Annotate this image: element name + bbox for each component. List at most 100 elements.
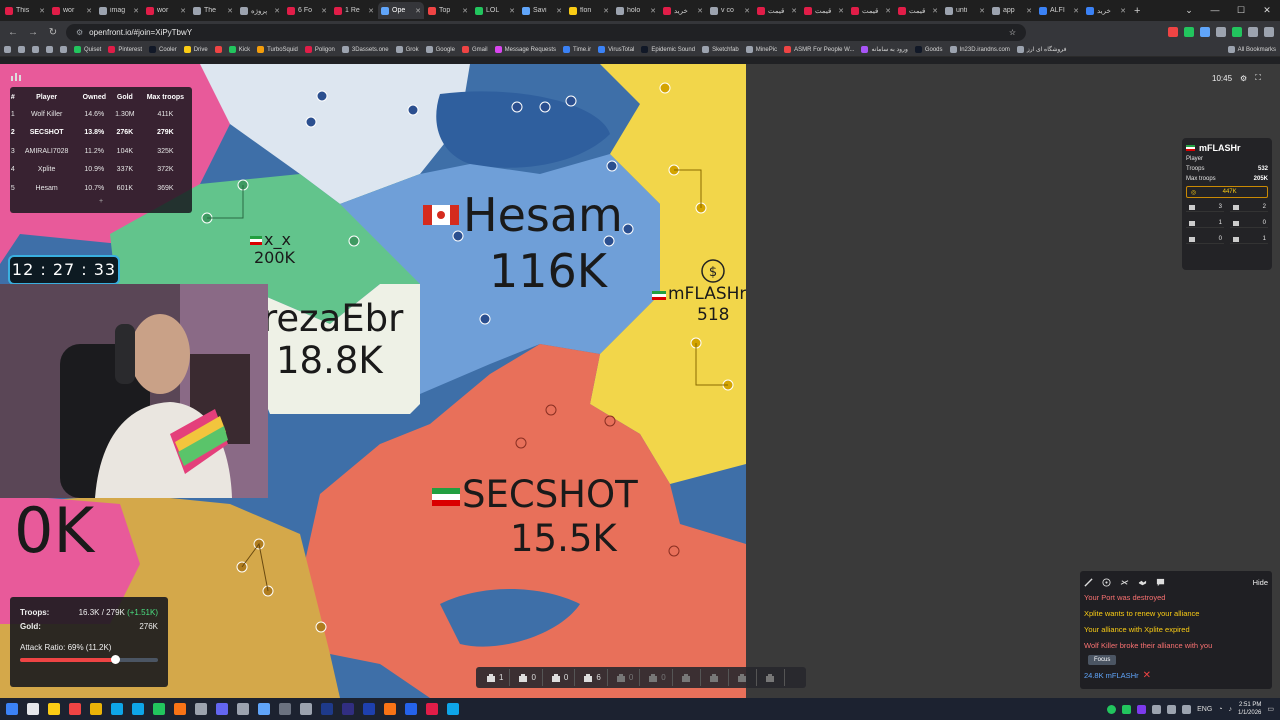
leaderboard-row[interactable]: 3 AMIRALI7028 11.2% 104K 325K xyxy=(10,142,192,161)
build-city-button[interactable]: 1 xyxy=(480,669,511,686)
bookmark-item[interactable] xyxy=(32,46,39,53)
event-message[interactable]: Wolf Killer broke their alliance with yo… xyxy=(1084,638,1268,654)
bookmark-item[interactable]: Sketchfab xyxy=(702,46,739,53)
browser-tab[interactable]: ALFI ✕ xyxy=(1036,2,1082,19)
leaderboard-row[interactable]: 1 Wolf Killer 14.6% 1.30M 411K xyxy=(10,105,192,124)
bookmark-item[interactable]: Quiset xyxy=(74,46,101,53)
tab-close-icon[interactable]: ✕ xyxy=(415,7,421,15)
reload-icon[interactable]: ↻ xyxy=(46,27,60,38)
tray-icon[interactable] xyxy=(1107,704,1117,714)
tab-close-icon[interactable]: ✕ xyxy=(133,7,139,15)
browser-tab[interactable]: قیمت ✕ xyxy=(895,2,941,19)
extension-icon[interactable] xyxy=(1216,27,1226,37)
tab-close-icon[interactable]: ✕ xyxy=(556,7,562,15)
bookmark-item[interactable]: 3Dassets.one xyxy=(341,46,389,53)
app-icon[interactable] xyxy=(132,703,144,715)
build-warship-button[interactable] xyxy=(675,669,701,686)
browser-tab[interactable]: 1 Re ✕ xyxy=(331,2,377,19)
event-message[interactable]: Your Port was destroyed xyxy=(1084,590,1268,606)
tab-close-icon[interactable]: ✕ xyxy=(650,7,656,15)
leaderboard-toggle-icon[interactable] xyxy=(11,72,21,81)
spotify-icon[interactable] xyxy=(153,703,165,715)
leaderboard-header-cell[interactable]: Owned xyxy=(78,89,111,105)
event-message[interactable]: Xplite wants to renew your alliance xyxy=(1084,606,1268,622)
build-defense-post-button[interactable]: 6 xyxy=(577,669,608,686)
bookmark-item[interactable]: Google xyxy=(425,46,455,53)
tray-icon[interactable] xyxy=(1167,704,1177,714)
browser-tab[interactable]: wor ✕ xyxy=(143,2,189,19)
tab-close-icon[interactable]: ✕ xyxy=(368,7,374,15)
volume-icon[interactable]: ♪ xyxy=(1229,706,1233,713)
sword-filter-icon[interactable] xyxy=(1084,577,1093,587)
browser-tab[interactable]: Top ✕ xyxy=(425,2,471,19)
notification-icon[interactable]: ▭ xyxy=(1267,705,1274,713)
bookmark-item[interactable]: In23D.irandns.com xyxy=(949,46,1010,53)
browser-tab[interactable]: app ✕ xyxy=(989,2,1035,19)
tab-close-icon[interactable]: ✕ xyxy=(1026,7,1032,15)
maximize-button[interactable]: ☐ xyxy=(1228,0,1254,21)
app-icon[interactable] xyxy=(300,703,312,715)
bookmark-item[interactable]: فروشگاه ای ارز xyxy=(1016,46,1066,53)
browser-tab[interactable]: خرید ✕ xyxy=(1083,2,1129,19)
photoshop-icon[interactable] xyxy=(363,703,375,715)
extension-icon[interactable] xyxy=(1168,27,1178,37)
tab-close-icon[interactable]: ✕ xyxy=(838,7,844,15)
build-port-button[interactable]: 0 xyxy=(545,669,576,686)
build-missile-silo-button[interactable]: 0 xyxy=(610,669,641,686)
tab-close-icon[interactable]: ✕ xyxy=(932,7,938,15)
leaderboard-row[interactable]: 2 SECSHOT 13.8% 276K 279K xyxy=(10,124,192,143)
settings-gear-icon[interactable]: ⚙ xyxy=(1240,74,1247,83)
build-sam-launcher-button[interactable]: 0 xyxy=(642,669,673,686)
chat-filter-icon[interactable] xyxy=(1156,578,1165,587)
close-window-button[interactable]: ✕ xyxy=(1254,0,1280,21)
tray-icon[interactable] xyxy=(1152,704,1162,714)
incoming-attack-row[interactable]: 24.8K mFLASHr ✕ xyxy=(1084,668,1268,684)
file-explorer-icon[interactable] xyxy=(48,703,60,715)
leaderboard-row[interactable]: 5 Hesam 10.7% 601K 369K xyxy=(10,179,192,198)
bookmark-item[interactable]: Cooler xyxy=(149,46,177,53)
browser-tab[interactable]: Savi ✕ xyxy=(519,2,565,19)
browser-tab[interactable]: flon ✕ xyxy=(566,2,612,19)
leaderboard-header-cell[interactable]: Player xyxy=(16,89,78,105)
extension-icon[interactable] xyxy=(1200,27,1210,37)
browser-tab[interactable]: v co ✕ xyxy=(707,2,753,19)
minimize-button[interactable]: — xyxy=(1202,0,1228,21)
app-icon[interactable] xyxy=(426,703,438,715)
blender-icon[interactable] xyxy=(384,703,396,715)
bookmark-item[interactable] xyxy=(60,46,67,53)
bookmark-item[interactable] xyxy=(46,46,53,53)
telegram-icon[interactable] xyxy=(111,703,123,715)
browser-tab[interactable]: 6 Fo ✕ xyxy=(284,2,330,19)
after-effects-icon[interactable] xyxy=(321,703,333,715)
leaderboard-expand-button[interactable]: + xyxy=(10,198,192,205)
browser-tab[interactable]: Ope ✕ xyxy=(378,2,424,19)
tray-icon[interactable] xyxy=(1137,704,1147,714)
tab-close-icon[interactable]: ✕ xyxy=(697,7,703,15)
bookmark-item[interactable]: Time.ir xyxy=(563,46,591,53)
bookmark-item[interactable]: Poligon xyxy=(304,46,335,53)
bookmark-item[interactable]: Grok xyxy=(395,46,419,53)
url-bar[interactable]: ⚙ openfront.io/#join=XiPyTbwY ☆ xyxy=(66,23,1026,41)
tab-close-icon[interactable]: ✕ xyxy=(321,7,327,15)
tab-close-icon[interactable]: ✕ xyxy=(86,7,92,15)
bookmark-item[interactable]: Epidemic Sound xyxy=(641,46,695,53)
taskbar-clock[interactable]: 2:51 PM 1/1/2026 xyxy=(1238,701,1261,717)
focus-button[interactable]: Focus xyxy=(1088,655,1117,665)
bookmark-item[interactable]: VirusTotal xyxy=(598,46,634,53)
extension-icon[interactable] xyxy=(1232,27,1242,37)
new-tab-button[interactable]: + xyxy=(1134,5,1140,17)
nuke-filter-icon[interactable] xyxy=(1102,577,1111,587)
wifi-icon[interactable]: ◔ xyxy=(1218,706,1222,713)
all-bookmarks-button[interactable]: All Bookmarks xyxy=(1227,46,1276,53)
tab-close-icon[interactable]: ✕ xyxy=(39,7,45,15)
forward-icon[interactable]: → xyxy=(26,27,40,38)
tab-search-icon[interactable]: ⌄ xyxy=(1176,0,1202,21)
extension-icon[interactable] xyxy=(1184,27,1194,37)
tab-close-icon[interactable]: ✕ xyxy=(791,7,797,15)
leaderboard-row[interactable]: 4 Xplite 10.9% 337K 372K xyxy=(10,161,192,180)
extensions-puzzle-icon[interactable] xyxy=(1248,27,1258,37)
tab-close-icon[interactable]: ✕ xyxy=(979,7,985,15)
menu-icon[interactable] xyxy=(1264,27,1274,37)
browser-tab[interactable]: This ✕ xyxy=(2,2,48,19)
tab-close-icon[interactable]: ✕ xyxy=(180,7,186,15)
